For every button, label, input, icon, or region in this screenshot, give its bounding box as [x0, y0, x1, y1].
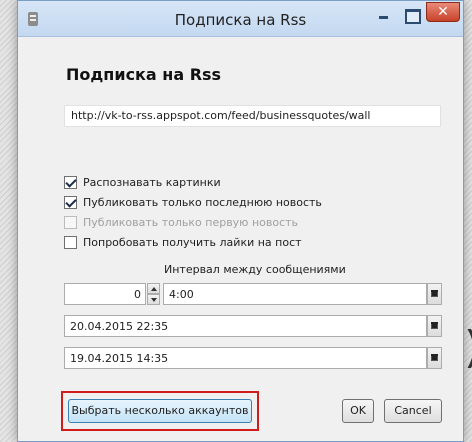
option-recognize-images[interactable]: Распознавать картинки	[64, 173, 221, 191]
date-to-input[interactable]: 19.04.2015 14:35	[64, 347, 427, 369]
checkbox	[64, 215, 77, 229]
maximize-icon[interactable]	[399, 5, 423, 27]
spin-down-icon[interactable]	[147, 294, 160, 305]
spin-up-icon[interactable]	[147, 283, 160, 294]
option-label: Распознавать картинки	[83, 175, 221, 189]
option-label: Публиковать только последнюю новость	[83, 195, 322, 209]
calendar-icon[interactable]	[427, 347, 442, 369]
option-label: Попробовать получить лайки на пост	[83, 235, 302, 249]
page-title: Подписка на Rss	[66, 65, 222, 84]
checkbox[interactable]	[64, 195, 77, 209]
interval-time-input[interactable]: 4:00	[163, 283, 427, 305]
option-get-likes[interactable]: Попробовать получить лайки на пост	[64, 233, 302, 251]
minimize-icon[interactable]	[371, 5, 395, 27]
calendar-icon[interactable]	[427, 315, 442, 337]
interval-count-input[interactable]: 0	[64, 283, 146, 305]
ok-button[interactable]: OK	[342, 399, 374, 423]
background-fragment: )	[464, 326, 472, 370]
select-accounts-button[interactable]: Выбрать несколько аккаунтов	[68, 399, 252, 423]
close-icon[interactable]: ✕	[426, 2, 460, 22]
option-label: Публиковать только первую новость	[83, 215, 299, 229]
window-title: Подписка на Rss	[174, 11, 307, 29]
date-from-input[interactable]: 20.04.2015 22:35	[64, 315, 427, 337]
checkbox[interactable]	[64, 235, 77, 249]
option-publish-first-only: Публиковать только первую новость	[64, 213, 298, 231]
interval-label: Интервал между сообщениями	[164, 263, 346, 276]
checkbox[interactable]	[64, 175, 77, 189]
cancel-button[interactable]: Cancel	[384, 399, 442, 423]
option-publish-last-only[interactable]: Публиковать только последнюю новость	[64, 193, 322, 211]
title-bar[interactable]: Подписка на Rss ✕	[18, 1, 463, 37]
calendar-icon[interactable]	[427, 283, 442, 305]
feed-url-input[interactable]: http://vk-to-rss.appspot.com/feed/busine…	[64, 105, 441, 127]
rss-subscription-dialog: Подписка на Rss ✕ Подписка на Rss http:/…	[17, 0, 464, 442]
